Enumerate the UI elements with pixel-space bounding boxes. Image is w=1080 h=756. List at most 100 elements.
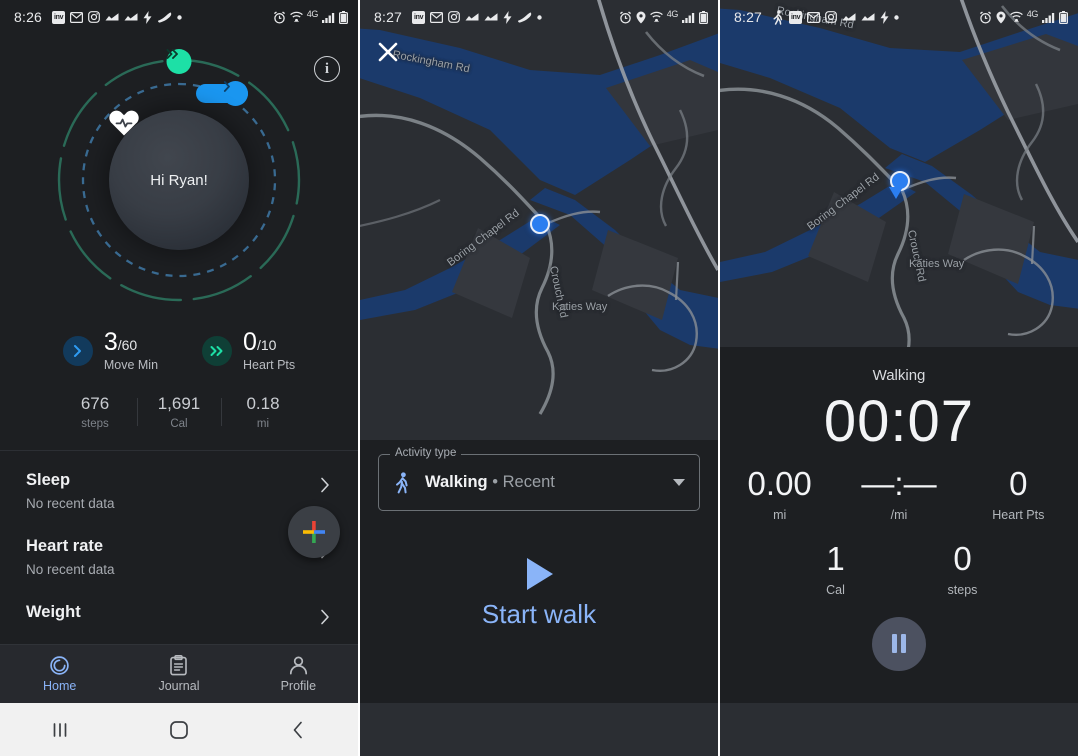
metric-cal-value: 1,691 <box>157 394 201 413</box>
stat-heart-pts: 0 Heart Pts <box>959 467 1078 522</box>
network-4g-label: 4G <box>306 9 319 19</box>
network-4g-label: 4G <box>666 9 679 19</box>
alarm-icon <box>979 10 992 24</box>
status-bar-left-icons: 8:26 inv <box>14 9 273 25</box>
tab-journal[interactable]: Journal <box>119 655 238 693</box>
tab-profile-label: Profile <box>280 679 317 693</box>
tab-journal-label: Journal <box>158 679 200 693</box>
tab-home[interactable]: Home <box>0 655 119 693</box>
status-bar-start: 8:27 inv 4G <box>360 0 718 34</box>
goal-heart-pts-value: 0 <box>243 328 257 356</box>
chart-icon <box>861 12 875 22</box>
panel-start-walk: Rockingham Rd Boring Chapel Rd Crouch Rd… <box>360 0 718 756</box>
list-item-title: Sleep <box>26 471 71 489</box>
pause-icon[interactable] <box>872 616 926 671</box>
stat-pace-label: /mi <box>890 507 908 522</box>
goal-summary: 3/60 Move Min 0/10 Heart Pts <box>0 330 358 372</box>
goal-heart-pts-text: 0/10 Heart Pts <box>243 328 296 373</box>
activity-type-value-group: Walking • Recent <box>393 471 673 494</box>
stat-heart-pts-label: Heart Pts <box>992 507 1045 522</box>
goal-heart-pts[interactable]: 0/10 Heart Pts <box>202 330 295 372</box>
metric-steps[interactable]: 676 steps <box>53 394 137 430</box>
current-location-dot <box>530 214 550 234</box>
status-bar-right-icons: 4G <box>619 9 708 24</box>
info-icon[interactable]: i <box>314 56 340 82</box>
chevron-down-icon[interactable] <box>673 479 685 486</box>
close-icon[interactable] <box>376 40 400 64</box>
map-label-katies-way: Katies Way <box>552 301 608 313</box>
list-item-heart-rate[interactable]: Heart rate No recent data <box>26 517 332 583</box>
metric-distance-value: 0.18 <box>246 394 280 413</box>
status-bar-left-icons: 8:27 inv <box>374 9 619 25</box>
stat-distance-label: mi <box>773 507 787 522</box>
metric-cal[interactable]: 1,691 Cal <box>137 394 221 430</box>
activity-type-name: Walking <box>425 473 488 491</box>
walking-person-icon <box>396 471 408 493</box>
inv-app-icon: inv <box>412 10 426 24</box>
heart-pts-ring-marker <box>166 49 192 74</box>
clipboard-icon <box>170 655 188 676</box>
chart-icon <box>465 12 479 22</box>
dot-icon <box>894 14 899 20</box>
start-walk-label: Start walk <box>481 599 597 629</box>
chart-icon <box>842 12 856 22</box>
person-icon <box>289 656 307 675</box>
network-4g-label: 4G <box>1026 9 1039 19</box>
start-walk-button[interactable]: Start walk <box>360 555 718 630</box>
add-icon[interactable] <box>288 506 340 558</box>
google-fit-heart-icon <box>109 110 139 136</box>
start-walk-sheet: Activity type Walking • Recent Start wal… <box>360 440 718 703</box>
pause-bar-left <box>892 634 897 654</box>
status-bar-right-icons: 4G <box>979 9 1068 24</box>
chart-icon <box>124 12 138 22</box>
battery-icon <box>699 10 708 24</box>
list-item-subtitle: No recent data <box>26 562 115 577</box>
screenshot-stage: 8:26 inv 4G i Hi Ryan! 3/60 Move Min 0/1… <box>0 0 1080 756</box>
back-button[interactable] <box>239 720 358 740</box>
signal-bars-icon <box>322 12 335 23</box>
stat-steps-value: 0 <box>953 539 972 577</box>
chevron-right-icon <box>320 609 330 630</box>
chart-icon <box>484 12 498 22</box>
status-bar-left-icons: 8:27 inv <box>734 9 979 25</box>
panel-tracking: Rockingham Rd Boring Chapel Rd Crouch Rd… <box>720 0 1078 756</box>
greeting-circle[interactable]: Hi Ryan! <box>109 110 249 250</box>
walking-person-icon <box>772 9 784 25</box>
recents-button[interactable] <box>0 721 119 739</box>
gmail-icon <box>430 11 444 23</box>
stat-heart-pts-value: 0 <box>1009 464 1028 502</box>
metric-distance[interactable]: 0.18 mi <box>221 394 305 430</box>
list-item-subtitle: No recent data <box>26 496 115 511</box>
wifi-icon <box>1009 11 1023 23</box>
goal-move-min-target: /60 <box>117 337 138 353</box>
panel-home: 8:26 inv 4G i Hi Ryan! 3/60 Move Min 0/1… <box>0 0 358 756</box>
chevron-right-icon <box>223 81 230 92</box>
list-item-weight[interactable]: Weight <box>26 583 332 628</box>
wifi-icon <box>649 11 663 23</box>
status-bar-clock: 8:27 <box>734 9 763 25</box>
move-min-knob <box>223 81 248 106</box>
list-item-title: Heart rate <box>26 537 104 555</box>
goal-heart-pts-target: /10 <box>256 337 277 353</box>
stat-pace: —:— /mi <box>839 467 958 522</box>
instagram-icon <box>825 11 837 23</box>
metric-cal-label: Cal <box>170 418 188 430</box>
home-body: i Hi Ryan! 3/60 Move Min 0/10 Heart Pts … <box>0 34 358 644</box>
activity-type-select[interactable]: Activity type Walking • Recent <box>378 447 700 511</box>
move-min-ring-marker <box>196 81 248 106</box>
home-button[interactable] <box>119 720 238 740</box>
stat-steps-label: steps <box>947 582 978 597</box>
status-bar-home: 8:26 inv 4G <box>0 0 358 34</box>
map-label-katies-way: Katies Way <box>909 258 965 270</box>
activity-rings: Hi Ryan! <box>44 46 314 314</box>
list-item-sleep[interactable]: Sleep No recent data <box>26 451 332 517</box>
google-plus-glyph <box>303 521 325 543</box>
goal-move-min[interactable]: 3/60 Move Min <box>62 328 158 372</box>
double-chevron-right-icon <box>166 49 178 59</box>
status-bar-clock: 8:26 <box>14 9 43 25</box>
location-pin-icon <box>636 11 646 24</box>
goal-heart-pts-label: Heart Pts <box>243 358 296 372</box>
goal-move-min-value: 3 <box>103 328 118 356</box>
stat-cal-value: 1 <box>826 539 845 577</box>
tab-profile[interactable]: Profile <box>239 655 358 693</box>
